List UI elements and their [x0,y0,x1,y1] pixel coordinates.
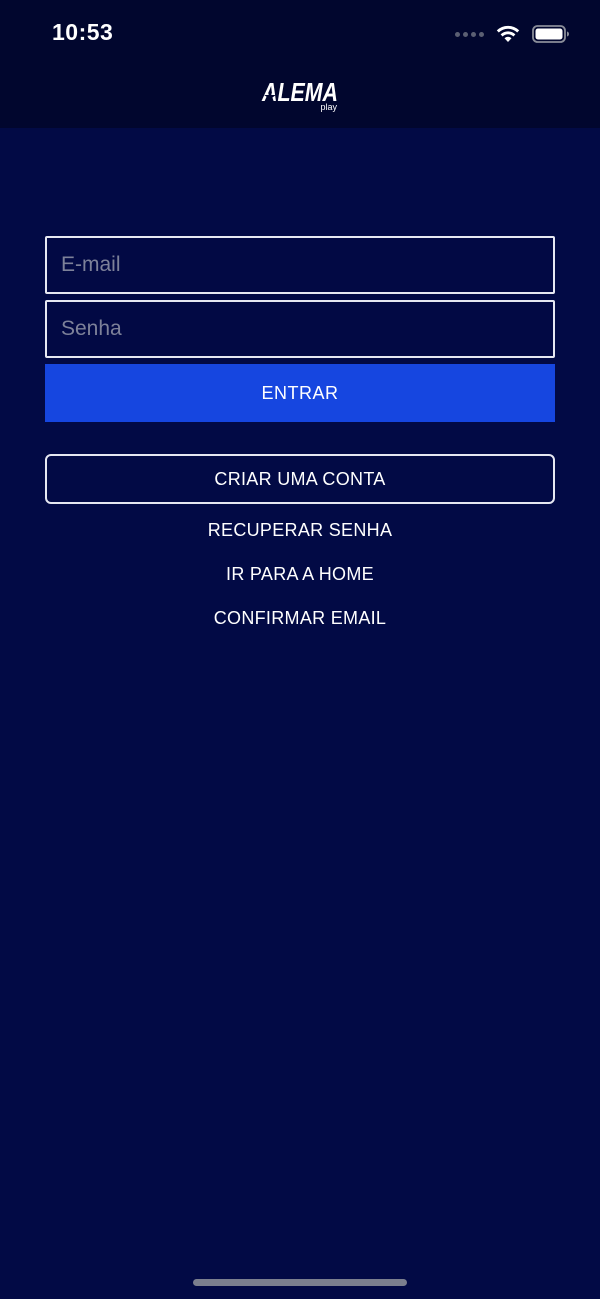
email-input[interactable] [45,236,555,294]
go-home-link[interactable]: IR PARA A HOME [45,552,555,596]
password-input[interactable] [45,300,555,358]
login-button[interactable]: ENTRAR [45,364,555,422]
create-account-button[interactable]: CRIAR UMA CONTA [45,454,555,504]
status-icons [455,22,570,46]
app-header: 10:53 ALEMA play [0,0,600,128]
brand-logo: ALEMA play [0,76,600,116]
wifi-icon [496,25,520,42]
status-time: 10:53 [52,19,114,45]
battery-icon [532,25,569,43]
svg-text:play: play [320,102,337,112]
login-form: ENTRAR CRIAR UMA CONTA RECUPERAR SENHA I… [45,236,555,640]
alema-play-logo: ALEMA play [261,77,338,112]
confirm-email-link[interactable]: CONFIRMAR EMAIL [45,596,555,640]
recover-password-link[interactable]: RECUPERAR SENHA [45,508,555,552]
home-indicator[interactable] [193,1279,407,1286]
signal-dots-icon [455,31,484,37]
login-screen: 10:53 ALEMA play E-mail ENTRAR CRIAR UMA… [0,0,600,1299]
